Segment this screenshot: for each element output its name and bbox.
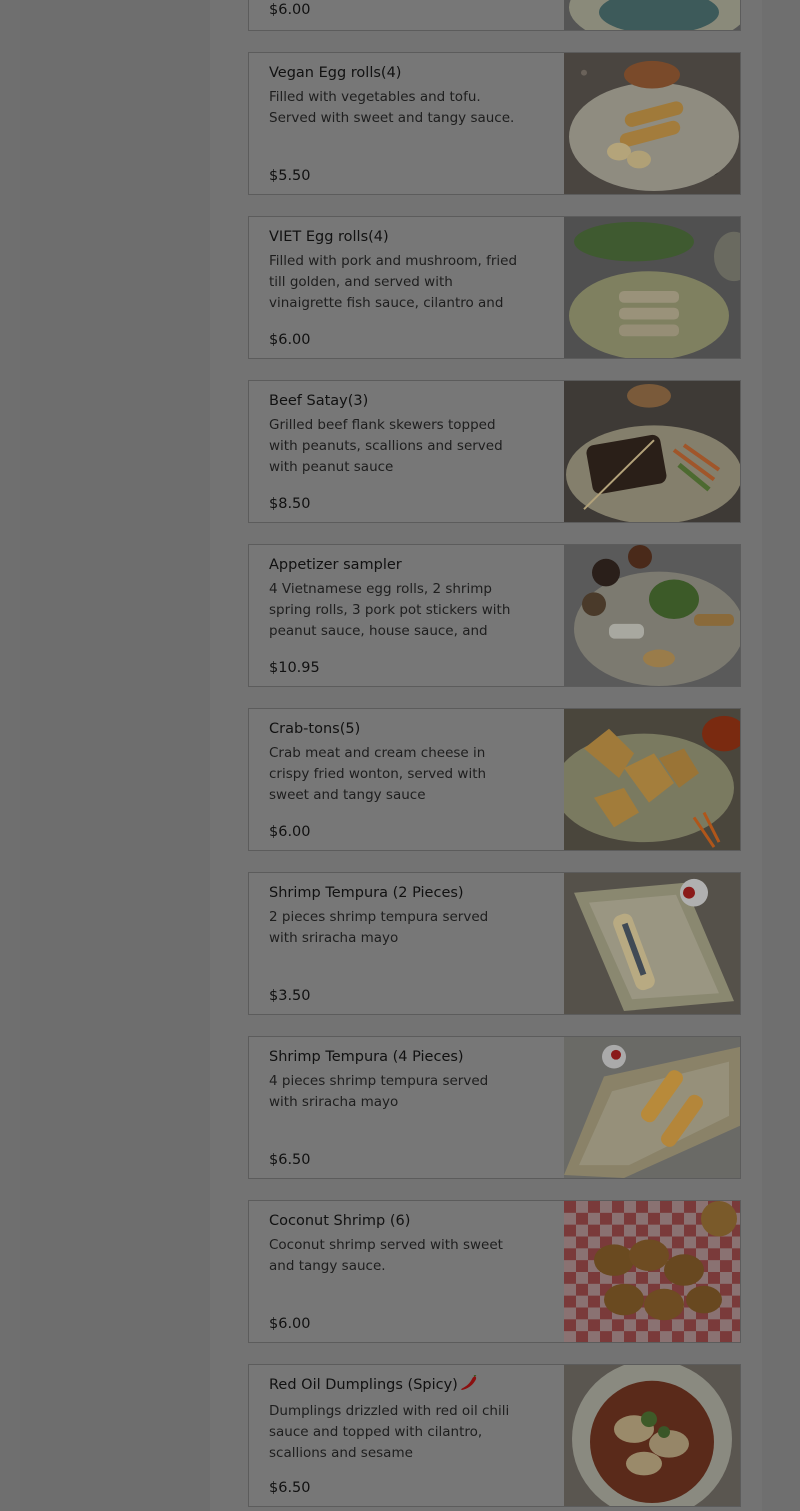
menu-item-name: Appetizer sampler — [269, 557, 402, 573]
menu-item-price: $6.00 — [269, 824, 311, 840]
menu-item-card[interactable]: Red Oil Dumplings (Spicy) Dumplings driz… — [248, 1364, 741, 1507]
menu-item-name: Coconut Shrimp (6) — [269, 1213, 411, 1229]
menu-item-name: Shrimp Tempura (2 Pieces) — [269, 885, 464, 901]
menu-item-description: Dumplings drizzled with red oil chili sa… — [269, 1403, 510, 1461]
menu-item-image — [564, 545, 740, 686]
menu-item-name-text: Red Oil Dumplings (Spicy) — [269, 1377, 458, 1393]
menu-item-description: Crab meat and cream cheese in crispy fri… — [269, 745, 487, 803]
menu-item-image — [564, 381, 740, 522]
menu-item-price: $6.00 — [269, 2, 311, 18]
menu-item-description: Filled with vegetables and tofu. Served … — [269, 89, 515, 126]
menu-item-name: Vegan Egg rolls(4) — [269, 65, 402, 81]
menu-item-price: $8.50 — [269, 496, 311, 512]
menu-item-image — [564, 217, 740, 358]
menu-item-image — [564, 1037, 740, 1178]
menu-item-name: Beef Satay(3) — [269, 393, 369, 409]
menu-item-image — [564, 873, 740, 1014]
menu-item-price: $6.50 — [269, 1480, 311, 1496]
menu-item-description: Coconut shrimp served with sweet and tan… — [269, 1237, 503, 1274]
menu-item-card[interactable]: Appetizer sampler 4 Vietnamese egg rolls… — [248, 544, 741, 687]
menu-item-price: $6.50 — [269, 1152, 311, 1168]
menu-item-card[interactable]: Shrimp Tempura (4 Pieces) 4 pieces shrim… — [248, 1036, 741, 1179]
menu-item-price: $5.50 — [269, 168, 311, 184]
menu-item-description: Filled with pork and mushroom, fried til… — [269, 253, 518, 311]
menu-item-description: Grilled beef flank skewers topped with p… — [269, 417, 503, 475]
chili-pepper-icon — [460, 1374, 478, 1397]
menu-item-name: Shrimp Tempura (4 Pieces) — [269, 1049, 464, 1065]
menu-item-description: 4 pieces shrimp tempura served with srir… — [269, 1073, 489, 1110]
menu-item-price: $6.00 — [269, 1316, 311, 1332]
menu-item-name: Red Oil Dumplings (Spicy) — [269, 1374, 519, 1397]
category-sidebar — [20, 0, 210, 1511]
menu-item-image — [564, 709, 740, 850]
menu-item-description: 2 pieces shrimp tempura served with srir… — [269, 909, 489, 946]
menu-item-name: Crab-tons(5) — [269, 721, 361, 737]
menu-item-card[interactable]: Beef Satay(3) Grilled beef flank skewers… — [248, 380, 741, 523]
menu-item-card[interactable]: Coconut Shrimp (6) Coconut shrimp served… — [248, 1200, 741, 1343]
menu-item-image — [564, 1201, 740, 1342]
menu-item-price: $10.95 — [269, 660, 320, 676]
menu-item-card-partial[interactable]: $6.00 — [248, 0, 741, 31]
menu-item-name: VIET Egg rolls(4) — [269, 229, 389, 245]
menu-item-card[interactable]: Shrimp Tempura (2 Pieces) 2 pieces shrim… — [248, 872, 741, 1015]
menu-item-description: 4 Vietnamese egg rolls, 2 shrimp spring … — [269, 581, 511, 639]
menu-item-price: $3.50 — [269, 988, 311, 1004]
menu-item-image — [564, 1365, 740, 1506]
menu-item-card[interactable]: VIET Egg rolls(4) Filled with pork and m… — [248, 216, 741, 359]
menu-item-image — [564, 53, 740, 194]
menu-item-card[interactable]: Vegan Egg rolls(4) Filled with vegetable… — [248, 52, 741, 195]
menu-item-card[interactable]: Crab-tons(5) Crab meat and cream cheese … — [248, 708, 741, 851]
menu-item-image — [564, 0, 740, 30]
menu-item-price: $6.00 — [269, 332, 311, 348]
